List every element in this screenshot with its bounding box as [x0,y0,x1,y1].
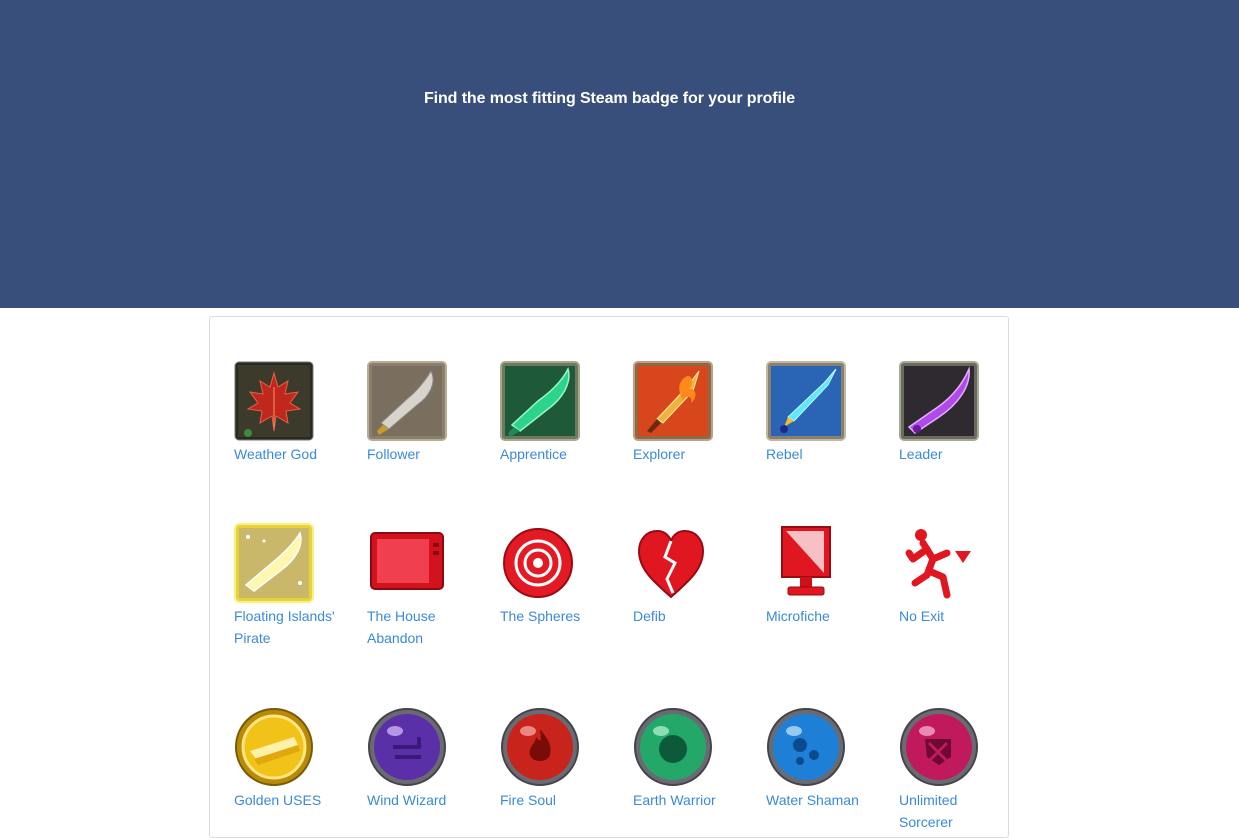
badge-item-floating-islands-pirate[interactable]: Floating Islands' Pirate [234,523,354,649]
running-man-icon[interactable] [899,523,979,603]
badge-item-water-shaman[interactable]: Water Shaman [766,707,886,811]
badge-item-unlimited-sorcerer[interactable]: Unlimited Sorcerer [899,707,1008,833]
badge-label[interactable]: Defib [633,605,743,627]
golden-blade-icon[interactable] [234,523,314,603]
gold-coin-icon[interactable] [234,707,314,787]
hero-banner: Find the most fitting Steam badge for yo… [0,0,1239,308]
badge-item-explorer[interactable]: Explorer [633,361,753,465]
badge-label[interactable]: Weather God [234,443,344,465]
red-target-icon[interactable] [500,523,580,603]
badge-item-leader[interactable]: Leader [899,361,1008,465]
badge-label[interactable]: Floating Islands' Pirate [234,605,344,649]
badge-label[interactable]: Microfiche [766,605,876,627]
fire-sword-icon[interactable] [633,361,713,441]
badge-label[interactable]: The Spheres [500,605,610,627]
badge-label[interactable]: Explorer [633,443,743,465]
badge-item-the-spheres[interactable]: The Spheres [500,523,620,627]
badge-label[interactable]: Leader [899,443,1008,465]
ice-sword-icon[interactable] [766,361,846,441]
blue-orb-icon[interactable] [766,707,846,787]
green-blade-icon[interactable] [500,361,580,441]
badge-item-golden-uses[interactable]: Golden USES [234,707,354,811]
badge-label[interactable]: Follower [367,443,477,465]
stone-blade-icon[interactable] [367,361,447,441]
badge-label[interactable]: Apprentice [500,443,610,465]
badge-item-fire-soul[interactable]: Fire Soul [500,707,620,811]
purple-blade-icon[interactable] [899,361,979,441]
badge-item-follower[interactable]: Follower [367,361,487,465]
badge-label[interactable]: Rebel [766,443,876,465]
purple-orb-icon[interactable] [367,707,447,787]
badge-item-weather-god[interactable]: Weather God [234,361,354,465]
badge-item-wind-wizard[interactable]: Wind Wizard [367,707,487,811]
magenta-orb-icon[interactable] [899,707,979,787]
broken-heart-icon[interactable] [633,523,713,603]
badge-label[interactable]: Wind Wizard [367,789,477,811]
maple-leaf-icon[interactable] [234,361,314,441]
badge-item-no-exit[interactable]: No Exit [899,523,1008,627]
badge-label[interactable]: Earth Warrior [633,789,743,811]
badge-item-rebel[interactable]: Rebel [766,361,886,465]
green-orb-icon[interactable] [633,707,713,787]
badge-grid-panel: Weather God Follower Apprentice Explorer [209,316,1009,838]
badge-item-microfiche[interactable]: Microfiche [766,523,886,627]
badge-label[interactable]: Fire Soul [500,789,610,811]
badge-item-the-house-abandon[interactable]: The House Abandon [367,523,487,649]
badge-label[interactable]: The House Abandon [367,605,477,649]
red-tv-icon[interactable] [367,523,447,603]
badge-item-earth-warrior[interactable]: Earth Warrior [633,707,753,811]
badge-label[interactable]: Water Shaman [766,789,876,811]
badge-label[interactable]: Golden USES [234,789,344,811]
badge-item-defib[interactable]: Defib [633,523,753,627]
badge-label[interactable]: Unlimited Sorcerer [899,789,1008,833]
red-orb-icon[interactable] [500,707,580,787]
badge-item-apprentice[interactable]: Apprentice [500,361,620,465]
badge-label[interactable]: No Exit [899,605,1008,627]
red-monitor-icon[interactable] [766,523,846,603]
page-title: Find the most fitting Steam badge for yo… [423,90,795,107]
